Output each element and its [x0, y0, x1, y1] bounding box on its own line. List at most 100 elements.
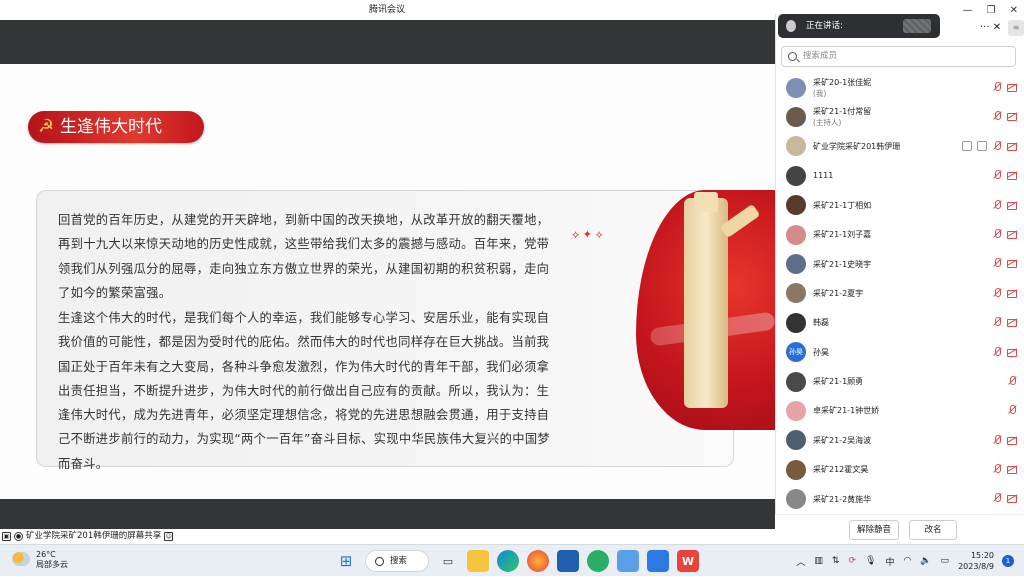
camera-off-icon[interactable] — [1007, 258, 1017, 269]
task-view-icon[interactable]: ▭ — [437, 550, 459, 572]
camera-off-icon[interactable] — [1007, 111, 1017, 122]
member-avatar — [786, 254, 806, 275]
panel-tools: ··· ✕ ≡ — [980, 20, 1024, 36]
mic-muted-icon[interactable] — [992, 346, 1002, 357]
member-name-block: 采矿212霍文昊 — [813, 464, 868, 475]
weather-widget[interactable]: 26°C 局部多云 — [12, 550, 68, 570]
member-row[interactable]: 采矿20-1张佳妮 (我) — [781, 73, 1021, 102]
firefox-icon[interactable] — [527, 550, 549, 572]
rename-button[interactable]: 改名 — [909, 520, 957, 540]
member-status-icons — [1007, 375, 1017, 386]
camera-off-icon[interactable] — [1007, 170, 1017, 181]
member-row[interactable]: 卓采矿21-1钟世娇 — [781, 396, 1021, 425]
mic-muted-icon[interactable] — [992, 493, 1002, 503]
member-search-input[interactable]: 搜索成员 — [781, 46, 1016, 67]
member-row[interactable]: 1111 — [781, 161, 1021, 190]
member-name: 采矿21-1刘子嘉 — [813, 230, 872, 240]
mic-muted-icon[interactable] — [992, 434, 1002, 445]
mic-muted-icon[interactable] — [992, 258, 1002, 268]
file-explorer-icon[interactable] — [467, 550, 489, 572]
tray-app-icon[interactable]: ▥ — [814, 556, 823, 566]
battery-icon[interactable]: ▭ — [941, 556, 950, 566]
slide-banner: ☭ 生逢伟大时代 — [28, 111, 204, 143]
system-tray: ︿ ▥ ⇅ ⟳ 🎙 中 ◠ 🔈 ▭ 15:20 2023/8/9 1 — [796, 545, 1024, 577]
mic-muted-icon[interactable] — [1007, 375, 1017, 386]
mic-muted-icon[interactable] — [1007, 405, 1017, 415]
member-name: 孙昊 — [813, 347, 829, 357]
member-row[interactable]: 采矿21-1顾勇 — [781, 367, 1021, 396]
people-icon: ☺ — [164, 532, 174, 541]
notification-badge[interactable]: 1 — [1002, 555, 1014, 567]
user-icon: ● — [14, 532, 23, 541]
member-row[interactable]: 韩磊 — [781, 308, 1021, 337]
member-row[interactable]: 采矿21-1史晓宇 — [781, 249, 1021, 278]
camera-off-icon[interactable] — [1007, 493, 1017, 504]
mic-muted-icon[interactable] — [992, 287, 1002, 298]
edge-browser-icon[interactable] — [497, 550, 519, 572]
app-icon[interactable] — [617, 550, 639, 572]
meeting-window: 腾讯会议 — ❐ ✕ ☭ 生逢伟大时代 ⟡ ✦ ⟡ 回首党的百年历史，从建党的开… — [0, 0, 1024, 544]
wps-icon[interactable]: W — [677, 550, 699, 572]
taskbar-apps: ⊞ 搜索 ▭ W — [335, 550, 699, 572]
tencent-meeting-icon[interactable] — [647, 550, 669, 572]
mic-muted-icon[interactable] — [992, 170, 1002, 180]
paragraph-2: 生逢这个伟大的时代，是我们每个人的幸运，我们能够专心学习、安居乐业，能有实现自我… — [58, 311, 551, 471]
member-name: 采矿21-2黄施华 — [813, 494, 872, 504]
member-status-icons — [992, 287, 1017, 298]
tray-sync-icon[interactable]: ⟳ — [848, 556, 856, 566]
member-status-icons — [992, 346, 1017, 357]
camera-off-icon[interactable] — [1007, 141, 1017, 151]
member-row[interactable]: 采矿21-1丁相如 — [781, 191, 1021, 220]
tray-overflow-icon[interactable]: ︿ — [796, 555, 805, 568]
mic-muted-icon[interactable] — [992, 228, 1002, 239]
camera-off-icon[interactable] — [1007, 82, 1017, 92]
camera-off-icon[interactable] — [1007, 288, 1017, 298]
member-row[interactable]: 采矿21-1刘子嘉 — [781, 220, 1021, 249]
member-name: 采矿21-2夏宇 — [813, 288, 864, 298]
unmute-all-button[interactable]: 解除静音 — [849, 520, 899, 540]
member-name: 采矿21-1付常留 — [813, 107, 872, 117]
member-row[interactable]: 采矿21-2夏宇 — [781, 279, 1021, 308]
member-extra-icon[interactable] — [962, 140, 972, 151]
camera-off-icon[interactable] — [1007, 464, 1017, 475]
camera-off-icon[interactable] — [1007, 435, 1017, 445]
camera-off-icon[interactable] — [1007, 317, 1017, 328]
volume-icon[interactable]: 🔈 — [920, 556, 931, 566]
wifi-icon[interactable]: ◠ — [903, 556, 911, 566]
member-name: 矿业学院采矿201韩伊珊 — [813, 141, 901, 151]
wechat-icon[interactable] — [587, 550, 609, 572]
taskbar-search-button[interactable]: 搜索 — [365, 550, 429, 572]
mic-muted-icon[interactable] — [992, 464, 1002, 474]
member-status-icons — [992, 317, 1017, 328]
member-name-block: 卓采矿21-1钟世娇 — [813, 405, 879, 416]
clock[interactable]: 15:20 2023/8/9 — [958, 550, 994, 572]
member-status-icons — [992, 464, 1017, 475]
tray-network-app-icon[interactable]: ⇅ — [832, 556, 840, 566]
member-row[interactable]: 采矿212霍文昊 — [781, 455, 1021, 484]
member-row[interactable]: 采矿21-2黄施华 — [781, 484, 1021, 513]
panel-more-close-buttons[interactable]: ··· ✕ — [980, 22, 1001, 33]
mic-muted-icon[interactable] — [992, 317, 1002, 327]
screen-share-indicator[interactable]: ▣ ● 矿业学院采矿201韩伊珊的屏幕共享 ☺ — [0, 529, 190, 544]
member-row[interactable]: 矿业学院采矿201韩伊珊 — [781, 132, 1021, 161]
camera-off-icon[interactable] — [1007, 229, 1017, 239]
camera-off-icon[interactable] — [1007, 347, 1017, 357]
ime-indicator[interactable]: 中 — [885, 555, 894, 568]
camera-off-icon[interactable] — [1007, 200, 1017, 210]
windows-start-icon[interactable]: ⊞ — [335, 550, 357, 572]
mic-muted-icon[interactable] — [992, 140, 1002, 151]
mic-muted-icon[interactable] — [992, 199, 1002, 210]
member-name-block: 矿业学院采矿201韩伊珊 — [813, 141, 900, 152]
tray-mic-icon[interactable]: 🎙 — [865, 556, 876, 566]
mic-muted-icon[interactable] — [992, 82, 1002, 92]
member-extra-icon[interactable] — [977, 140, 987, 151]
store-icon[interactable] — [557, 550, 579, 572]
member-name: 采矿20-1张佳妮 — [813, 77, 872, 87]
member-row[interactable]: 采矿21-2吴海波 — [781, 426, 1021, 455]
member-avatar — [786, 312, 806, 333]
member-row[interactable]: 采矿21-1付常留 (主持人) — [781, 102, 1021, 131]
mic-muted-icon[interactable] — [992, 111, 1002, 121]
window-title: 腾讯会议 — [368, 5, 405, 15]
panel-menu-icon[interactable]: ≡ — [1008, 20, 1024, 36]
member-row[interactable]: 孙昊 孙昊 — [781, 338, 1021, 367]
